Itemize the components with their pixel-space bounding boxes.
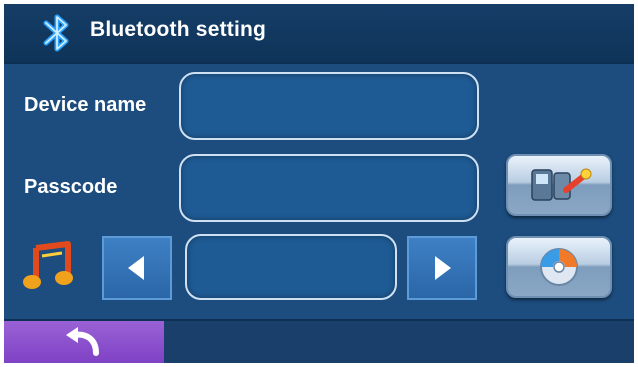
phone-pair-icon	[531, 168, 592, 201]
device-name-label: Device name	[24, 94, 147, 116]
left-arrow-icon	[128, 256, 144, 280]
music-note-icon	[23, 241, 73, 289]
pair-device-button[interactable]	[506, 154, 612, 216]
right-arrow-icon	[435, 256, 451, 280]
bluetooth-settings-screen: Bluetooth setting Device name Passcode	[4, 4, 634, 363]
back-arrow-icon	[66, 327, 99, 356]
next-button[interactable]	[407, 236, 477, 300]
disc-button[interactable]	[506, 236, 612, 298]
passcode-label: Passcode	[24, 176, 118, 198]
selector-field[interactable]	[185, 234, 397, 300]
previous-button[interactable]	[102, 236, 172, 300]
page-title: Bluetooth setting	[90, 18, 267, 41]
disc-icon	[540, 248, 578, 286]
passcode-field[interactable]	[179, 154, 479, 222]
title-bar: Bluetooth setting	[4, 4, 634, 64]
back-button[interactable]	[4, 321, 164, 363]
footer-bar	[4, 319, 634, 363]
bluetooth-icon	[43, 14, 69, 52]
device-name-field[interactable]	[179, 72, 479, 140]
